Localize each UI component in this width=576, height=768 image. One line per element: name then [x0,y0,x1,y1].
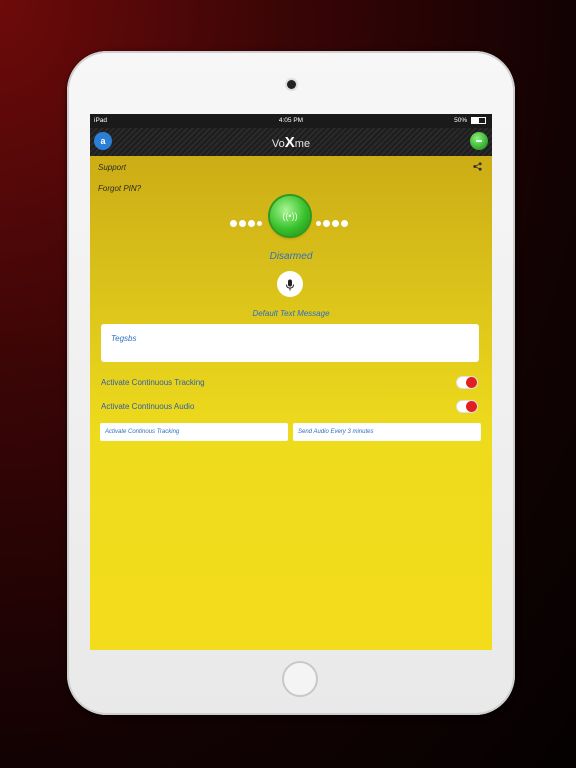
share-icon[interactable] [473,162,482,173]
default-message-input[interactable]: Tegsbs [101,324,479,362]
microphone-button[interactable] [277,271,303,297]
pin-dot [316,221,321,226]
pin-dot [257,221,262,226]
audio-label: Activate Continuous Audio [101,402,195,411]
forgot-pin-link[interactable]: Forgot PIN? [98,184,141,193]
nav-bar: a VoXme [90,128,492,156]
battery-percent: 50% [454,117,468,125]
default-message-label: Default Text Message [252,309,330,318]
app-screen: iPad 4:05 PM 50% a VoXme Support Forgot … [90,114,492,650]
battery-icon [471,117,486,124]
signal-icon: ((•)) [282,211,298,221]
pin-dot [248,220,255,227]
pin-dot [341,220,348,227]
arm-button[interactable]: ((•)) [270,196,310,236]
camera [287,80,296,89]
pin-dots-right [316,214,350,227]
status-bar: iPad 4:05 PM 50% [90,114,492,128]
pin-dots-left [230,214,264,227]
tracking-field[interactable]: Activate Continous Tracking [100,423,288,441]
battery-status: 50% [454,117,486,124]
pin-dot [332,220,339,227]
status-green-icon[interactable] [470,132,488,150]
pin-dot [239,220,246,227]
home-button[interactable] [282,661,318,697]
tracking-toggle[interactable] [457,377,477,388]
app-title: VoXme [271,134,311,151]
microphone-icon [286,279,294,291]
support-link[interactable]: Support [98,163,126,172]
arm-status-text: Disarmed [269,251,313,262]
pin-dot [230,220,237,227]
default-message-value: Tegsbs [111,334,137,343]
audio-toggle[interactable] [457,401,477,412]
audio-interval-field[interactable]: Send Audio Every 3 minutes [293,423,481,441]
pin-dot [323,220,330,227]
ipad-frame: iPad 4:05 PM 50% a VoXme Support Forgot … [67,51,515,715]
status-time: 4:05 PM [278,117,304,124]
tracking-label: Activate Continuous Tracking [101,378,205,387]
